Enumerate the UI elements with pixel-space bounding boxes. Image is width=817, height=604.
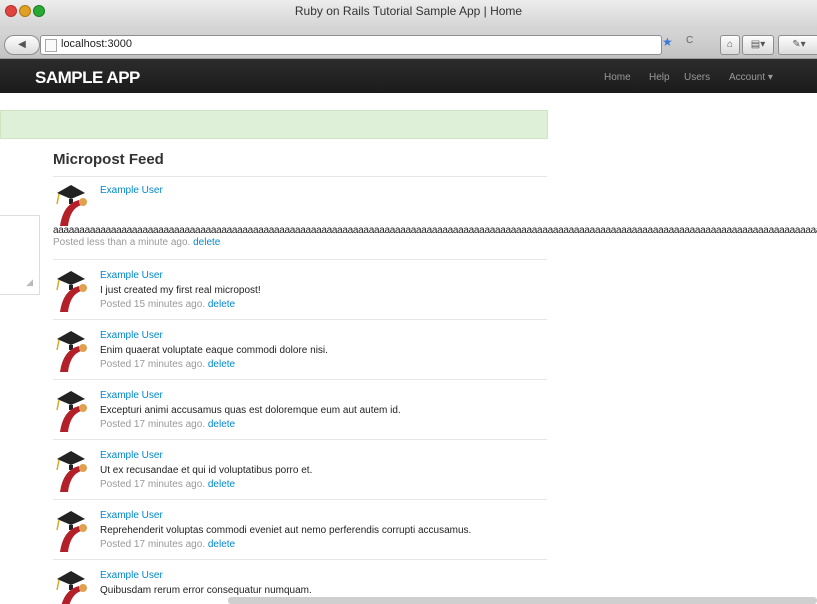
post-meta: Posted less than a minute ago. delete (53, 237, 220, 248)
rails-avatar-icon (56, 571, 87, 604)
post-author-link[interactable]: Example User (100, 450, 163, 461)
post-timestamp: Posted 17 minutes ago. (100, 419, 206, 430)
page-icon (45, 39, 57, 52)
bookmarks-menu-button[interactable]: ▤▾ (742, 35, 774, 55)
extensions-button[interactable]: ✎▾ (778, 35, 817, 55)
nav-users-link[interactable]: Users (684, 72, 710, 83)
nav-account-dropdown[interactable]: Account ▾ (729, 72, 773, 83)
micropost-textarea[interactable]: ◢ (0, 215, 40, 295)
delete-post-link[interactable]: delete (208, 539, 235, 550)
rails-avatar-icon (56, 391, 87, 432)
rails-avatar-icon (56, 451, 87, 492)
browser-window: Ruby on Rails Tutorial Sample App | Home… (0, 0, 817, 604)
post-author-link[interactable]: Example User (100, 185, 163, 196)
bookmarks-icon: ▤▾ (750, 39, 766, 50)
rails-avatar-icon (56, 331, 87, 372)
post-meta: Posted 15 minutes ago. delete (100, 299, 235, 310)
feed-divider (53, 439, 547, 440)
title-bar: Ruby on Rails Tutorial Sample App | Home (0, 0, 817, 30)
back-arrow-icon: ◀ (18, 39, 26, 50)
post-content: Excepturi animi accusamus quas est dolor… (100, 405, 401, 416)
post-author-link[interactable]: Example User (100, 390, 163, 401)
feed-divider (53, 379, 547, 380)
post-content: Quibusdam rerum error consequatur numqua… (100, 585, 312, 596)
post-author-link[interactable]: Example User (100, 570, 163, 581)
resize-handle-icon[interactable]: ◢ (26, 277, 33, 288)
post-timestamp: Posted less than a minute ago. (53, 237, 191, 248)
reload-icon[interactable]: C (686, 35, 693, 46)
url-text: localhost:3000 (61, 38, 132, 50)
rails-avatar-icon (56, 511, 87, 552)
post-content: Ut ex recusandae et qui id voluptatibus … (100, 465, 313, 476)
post-content: Enim quaerat voluptate eaque commodi dol… (100, 345, 328, 356)
feed-divider (53, 259, 547, 260)
feed-divider (53, 319, 547, 320)
window-title: Ruby on Rails Tutorial Sample App | Home (294, 4, 523, 18)
post-content: I just created my first real micropost! (100, 285, 261, 296)
post-author-link[interactable]: Example User (100, 330, 163, 341)
post-meta: Posted 17 minutes ago. delete (100, 539, 235, 550)
bookmark-star-icon[interactable]: ★ (662, 35, 673, 49)
rails-avatar-icon (56, 271, 87, 312)
post-content: aaaaaaaaaaaaaaaaaaaaaaaaaaaaaaaaaaaaaaaa… (53, 225, 817, 236)
post-meta: Posted 17 minutes ago. delete (100, 479, 235, 490)
delete-post-link[interactable]: delete (208, 419, 235, 430)
post-timestamp: Posted 15 minutes ago. (100, 299, 206, 310)
delete-post-link[interactable]: delete (193, 237, 220, 248)
brand-logo[interactable]: SAMPLE APP (35, 68, 140, 88)
feed-divider (53, 176, 547, 177)
post-content: Reprehenderit voluptas commodi eveniet a… (100, 525, 472, 536)
home-button[interactable]: ⌂ (720, 35, 740, 55)
home-icon: ⌂ (726, 39, 734, 50)
post-timestamp: Posted 17 minutes ago. (100, 359, 206, 370)
feed-divider (53, 559, 547, 560)
delete-post-link[interactable]: delete (208, 479, 235, 490)
post-meta: Posted 17 minutes ago. delete (100, 419, 235, 430)
flash-alert (0, 110, 548, 139)
feed-divider (53, 499, 547, 500)
nav-home-link[interactable]: Home (604, 72, 631, 83)
app-navbar: SAMPLE APP Home Help Users Account ▾ (0, 59, 817, 93)
rails-avatar-icon (56, 185, 87, 226)
post-timestamp: Posted 17 minutes ago. (100, 479, 206, 490)
post-author-link[interactable]: Example User (100, 270, 163, 281)
horizontal-scrollbar[interactable] (228, 597, 817, 604)
address-bar[interactable]: localhost:3000 (40, 35, 662, 55)
feed-title: Micropost Feed (53, 151, 164, 168)
browser-toolbar: ◀ localhost:3000 ★ C ⌂ ▤▾ ✎▾ (0, 30, 817, 59)
puzzle-icon: ✎▾ (792, 39, 806, 50)
back-button[interactable]: ◀ (4, 35, 40, 55)
post-author-link[interactable]: Example User (100, 510, 163, 521)
delete-post-link[interactable]: delete (208, 299, 235, 310)
delete-post-link[interactable]: delete (208, 359, 235, 370)
nav-help-link[interactable]: Help (649, 72, 670, 83)
post-meta: Posted 17 minutes ago. delete (100, 359, 235, 370)
post-timestamp: Posted 17 minutes ago. (100, 539, 206, 550)
